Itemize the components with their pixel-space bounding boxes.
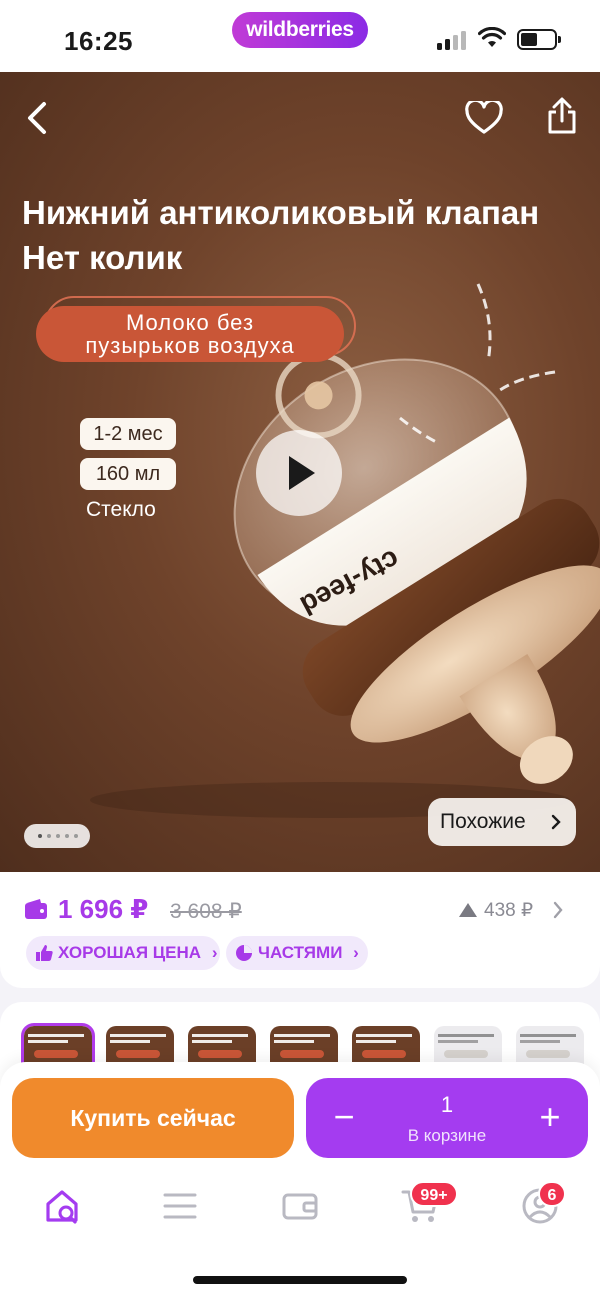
thumbs-up-icon xyxy=(36,945,53,961)
share-button[interactable] xyxy=(538,92,586,140)
spec-volume-tag: 160 мл xyxy=(80,458,176,490)
battery-icon xyxy=(517,29,561,50)
wallet-icon xyxy=(25,899,47,919)
installments-badge[interactable]: ЧАСТЯМИ › xyxy=(226,936,368,970)
profile-notification-badge: 6 xyxy=(538,1181,566,1207)
spec-material: Стекло xyxy=(86,498,156,521)
tab-home[interactable] xyxy=(38,1182,86,1230)
old-price: 3 608 ₽ xyxy=(170,900,242,923)
cart-count-badge: 99+ xyxy=(410,1181,458,1207)
promo-line2: пузырьков воздуха xyxy=(85,333,295,358)
chevron-right-icon: › xyxy=(211,943,218,962)
favorite-button[interactable] xyxy=(460,94,508,142)
tab-wallet[interactable] xyxy=(276,1182,324,1230)
pie-chart-icon xyxy=(236,945,252,961)
home-indicator xyxy=(193,1276,407,1284)
back-icon xyxy=(28,102,46,134)
chevron-right-icon: › xyxy=(353,943,359,962)
tab-catalog[interactable] xyxy=(156,1182,204,1230)
hero-headline: Нижний антиколиковый клапан Нет колик xyxy=(22,190,592,280)
menu-icon xyxy=(163,1193,197,1219)
bottom-action-bar: Купить сейчас − 1 В корзине + xyxy=(0,1062,600,1297)
price-card: 1 696 ₽ 3 608 ₽ 438 ₽ ХОРОШАЯ ЦЕНА › ЧАС… xyxy=(0,872,600,988)
spec-age-tag: 1-2 мес xyxy=(80,418,176,450)
similar-products-button[interactable]: Похожие xyxy=(428,798,576,846)
back-button[interactable] xyxy=(14,94,62,142)
share-icon xyxy=(548,97,576,134)
promo-badge: Молоко без пузырьков воздуха xyxy=(36,306,344,362)
decrease-quantity-button[interactable]: − xyxy=(322,1096,366,1140)
heart-icon xyxy=(465,101,503,134)
cart-quantity: 1 xyxy=(440,1092,454,1117)
buy-now-button[interactable]: Купить сейчас xyxy=(12,1078,294,1158)
price-drop-arrow-icon xyxy=(459,903,477,917)
status-bar: 16:25 wildberries xyxy=(0,0,600,72)
price-history[interactable]: 438 ₽ xyxy=(484,899,533,922)
installments-label: ЧАСТЯМИ xyxy=(258,943,343,962)
current-price: 1 696 ₽ xyxy=(58,894,149,924)
similar-label: Похожие xyxy=(440,810,526,833)
home-search-icon xyxy=(46,1190,78,1224)
cellular-signal-icon xyxy=(437,30,469,50)
hero-title-line2: Нет колик xyxy=(22,239,183,276)
brand-logo: wildberries xyxy=(232,12,368,48)
play-video-button[interactable] xyxy=(256,430,342,516)
good-price-label: ХОРОШАЯ ЦЕНА xyxy=(58,943,202,962)
wallet-tab-icon xyxy=(282,1193,318,1220)
cart-quantity-control: − 1 В корзине + xyxy=(306,1078,588,1158)
gallery-pagination xyxy=(24,824,90,848)
hero-title-line1: Нижний антиколиковый клапан xyxy=(22,194,540,231)
wifi-icon xyxy=(478,27,506,47)
good-price-badge[interactable]: ХОРОШАЯ ЦЕНА › xyxy=(26,936,220,970)
in-cart-label: В корзине xyxy=(407,1126,487,1145)
increase-quantity-button[interactable]: + xyxy=(528,1096,572,1140)
product-gallery[interactable]: cty-feed Нижний антиколиковый клапан Нет… xyxy=(0,72,600,872)
status-time: 16:25 xyxy=(64,26,133,56)
price-history-chevron-icon[interactable] xyxy=(552,901,564,919)
promo-line1: Молоко без xyxy=(125,310,255,335)
chevron-right-icon xyxy=(551,814,561,830)
